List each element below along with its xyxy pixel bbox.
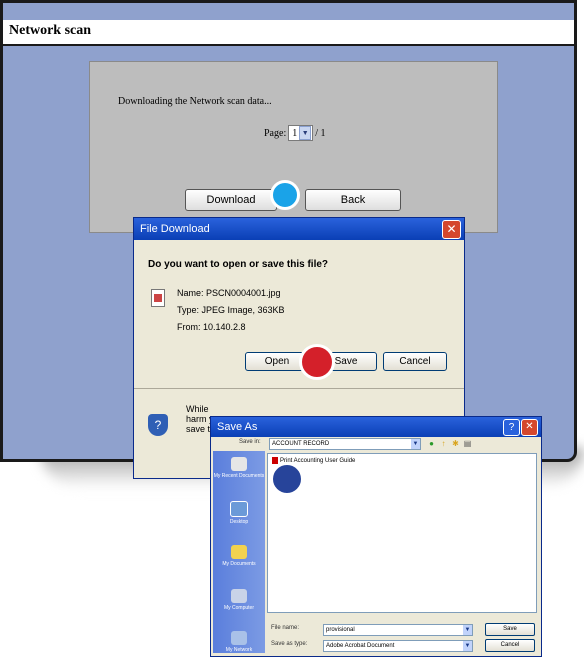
save-in-select[interactable]: ACCOUNT RECORD ▼ — [269, 438, 421, 450]
desktop-icon — [230, 501, 248, 517]
save-as-cancel-button[interactable]: Cancel — [485, 639, 535, 652]
help-icon[interactable]: ? — [503, 419, 520, 436]
file-name-label: File name: — [271, 625, 300, 631]
save-as-titlebar: Save As ? ✕ — [211, 417, 541, 437]
file-download-titlebar: File Download ✕ — [134, 218, 464, 240]
save-as-type-value: Adobe Acrobat Document — [326, 643, 395, 649]
page-select[interactable]: 1 ▼ — [288, 125, 314, 141]
chevron-down-icon: ▼ — [463, 641, 472, 651]
navy-marker — [270, 462, 304, 496]
back-icon[interactable]: ● — [427, 439, 436, 448]
place-my-documents[interactable]: My Documents — [213, 545, 265, 567]
close-icon[interactable]: ✕ — [521, 419, 538, 436]
my-network-icon — [231, 631, 247, 645]
file-name: Name: PSCN0004001.jpg — [177, 288, 281, 298]
place-label: Desktop — [229, 519, 249, 525]
chevron-down-icon: ▼ — [463, 625, 472, 635]
save-as-type-label: Save as type: — [271, 641, 308, 647]
my-computer-icon — [231, 589, 247, 603]
place-label: My Recent Documents — [213, 473, 265, 479]
save-as-save-button[interactable]: Save — [485, 623, 535, 636]
page-select-value: 1 — [292, 127, 298, 139]
dialog-divider — [134, 388, 464, 389]
place-label: My Computer — [223, 605, 254, 611]
blue-marker — [270, 180, 300, 210]
place-label: My Network — [225, 647, 253, 653]
new-folder-icon[interactable]: ✱ — [451, 439, 460, 448]
place-my-computer[interactable]: My Computer — [213, 589, 265, 611]
page-title-bar: Network scan — [3, 20, 574, 46]
place-my-network[interactable]: My Network — [213, 631, 265, 653]
image-file-icon — [151, 289, 165, 307]
pdf-icon — [272, 457, 278, 464]
chevron-down-icon: ▼ — [299, 126, 312, 140]
place-desktop[interactable]: Desktop — [213, 501, 265, 525]
page-selector-row: Page: 1 ▼ / 1 — [264, 125, 326, 141]
file-list[interactable]: Print Accounting User Guide — [267, 453, 537, 613]
save-in-value: ACCOUNT RECORD — [272, 441, 330, 447]
recent-documents-icon — [231, 457, 247, 471]
file-download-title: File Download — [140, 223, 210, 235]
place-label: My Documents — [222, 561, 256, 567]
file-type: Type: JPEG Image, 363KB — [177, 305, 285, 315]
file-name-value: provisional — [326, 627, 355, 633]
red-marker — [299, 344, 335, 380]
close-icon[interactable]: ✕ — [442, 220, 461, 239]
save-as-title: Save As — [217, 421, 258, 433]
page-label: Page: — [264, 127, 287, 139]
chevron-down-icon: ▼ — [411, 439, 420, 449]
page-title: Network scan — [9, 23, 92, 38]
save-in-label: Save in: — [239, 439, 261, 445]
save-as-type-select[interactable]: Adobe Acrobat Document ▼ — [323, 640, 473, 652]
file-name-input[interactable]: provisional ▼ — [323, 624, 473, 636]
my-documents-icon — [231, 545, 247, 559]
cancel-button[interactable]: Cancel — [383, 352, 447, 371]
warning-line-1: While — [186, 404, 209, 414]
download-button[interactable]: Download — [185, 189, 277, 211]
place-my-recent-documents[interactable]: My Recent Documents — [213, 457, 265, 479]
download-question: Do you want to open or save this file? — [148, 259, 329, 270]
shield-icon: ? — [148, 414, 168, 436]
back-button[interactable]: Back — [305, 189, 401, 211]
up-folder-icon[interactable]: ↑ — [439, 439, 448, 448]
file-from: From: 10.140.2.8 — [177, 322, 246, 332]
view-menu-icon[interactable]: ▤ — [463, 439, 472, 448]
page-total: / 1 — [315, 127, 326, 139]
places-bar: My Recent Documents Desktop My Documents… — [213, 451, 265, 653]
download-message: Downloading the Network scan data... — [118, 96, 272, 107]
save-as-dialog: Save As ? ✕ Save in: ACCOUNT RECORD ▼ ● … — [210, 416, 542, 657]
